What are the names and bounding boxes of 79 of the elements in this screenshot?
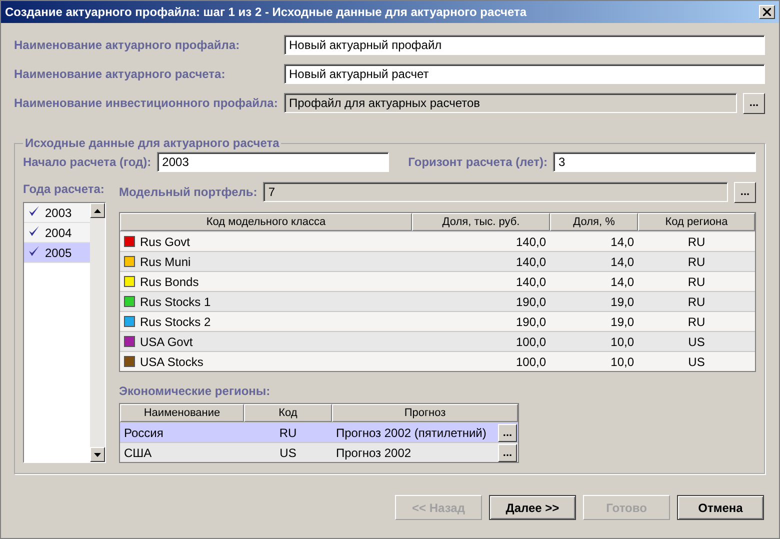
scroll-down-button[interactable]: [90, 447, 105, 462]
up-arrow-icon: [94, 208, 101, 212]
year-item[interactable]: 2004: [24, 223, 90, 243]
column-header[interactable]: Код: [244, 404, 332, 422]
close-button[interactable]: [759, 5, 775, 19]
text-field[interactable]: 3: [553, 152, 756, 172]
class-name: USA Stocks: [140, 354, 204, 368]
field-label: Начало расчета (год):: [23, 155, 152, 169]
column-header[interactable]: Код региона: [638, 213, 755, 231]
table-cell-text: 19,0: [610, 314, 635, 330]
wizard-button[interactable]: Отмена: [677, 495, 764, 520]
year-text: 2003: [45, 206, 72, 220]
table-cell-text: 14,0: [610, 274, 635, 290]
table-cell-text: 10,0: [610, 354, 635, 370]
class-name: USA Govt: [140, 334, 193, 348]
table-cell-text: 100,0: [514, 334, 547, 350]
text-field[interactable]: 2003: [157, 152, 390, 172]
browse-button[interactable]: ...: [498, 444, 517, 462]
down-arrow-icon: [94, 452, 101, 456]
class-name: Rus Muni: [140, 254, 191, 268]
table-cell-text: Россия: [123, 424, 164, 442]
text-field[interactable]: Новый актуарный профайл: [284, 35, 765, 55]
table-cell-text: 140,0: [514, 234, 547, 250]
browse-button[interactable]: ...: [734, 182, 756, 202]
table-cell-text: RU: [278, 424, 298, 442]
table-cell-text: 19,0: [610, 294, 635, 310]
column-header[interactable]: Наименование: [120, 404, 244, 422]
table-cell-text: RU: [686, 254, 706, 270]
table-cell-text: 140,0: [514, 254, 547, 270]
table-cell-text: США: [123, 444, 153, 462]
field-label: Наименование актуарного профайла:: [14, 38, 241, 52]
year-item[interactable]: 2003: [24, 203, 90, 223]
table-cell-text: 14,0: [610, 254, 635, 270]
forecast-text: Прогноз 2002: [336, 446, 412, 460]
table-row[interactable]: США US Прогноз 2002 ...: [120, 442, 518, 462]
check-icon: [28, 205, 40, 217]
browse-button[interactable]: ...: [498, 424, 517, 442]
scrollbar[interactable]: [90, 203, 105, 462]
table-cell-text: RU: [686, 234, 706, 250]
column-header[interactable]: Доля, тыс. руб.: [412, 213, 550, 231]
text-field[interactable]: 7: [263, 182, 728, 202]
class-name: Rus Stocks 1: [140, 294, 211, 308]
check-icon: [28, 245, 40, 257]
table-cell-text: 100,0: [514, 354, 547, 370]
table-cell-text: 190,0: [514, 294, 547, 310]
table-cell-text: RU: [686, 294, 706, 310]
field-label: Горизонт расчета (лет):: [408, 155, 548, 169]
close-icon: [763, 8, 771, 16]
table-cell-text: US: [278, 444, 298, 462]
scroll-up-button[interactable]: [90, 203, 105, 218]
table-cell-text: US: [687, 334, 706, 350]
column-header[interactable]: Прогноз: [332, 404, 518, 422]
forecast-text: Прогноз 2002 (пятилетний): [336, 426, 486, 440]
field-label: Модельный портфель:: [119, 185, 258, 199]
class-name: Rus Govt: [140, 234, 190, 248]
table-cell-text: US: [687, 354, 706, 370]
class-name: Rus Bonds: [140, 274, 199, 288]
table-cell-text: 14,0: [610, 234, 635, 250]
window-title: Создание актуарного профайла: шаг 1 из 2 - Исходные данные для актуарного расчета: [5, 5, 527, 19]
table-row[interactable]: Россия RU Прогноз 2002 (пятилетний) ...: [120, 422, 518, 442]
year-item[interactable]: 2005: [24, 243, 90, 263]
wizard-button[interactable]: Далее >>: [489, 495, 576, 520]
group-title: Исходные данные для актуарного расчета: [24, 136, 280, 150]
field-label: Наименование инвестиционного профайла:: [14, 96, 278, 110]
table-cell-text: 190,0: [514, 314, 547, 330]
check-icon: [28, 225, 40, 237]
table-cell-text: RU: [686, 314, 706, 330]
table-cell-text: 10,0: [610, 334, 635, 350]
year-text: 2005: [45, 246, 72, 260]
section-label: Экономические регионы:: [119, 384, 272, 398]
table-cell-text: RU: [686, 274, 706, 290]
field-label: Наименование актуарного расчета:: [14, 67, 226, 81]
column-header[interactable]: Код модельного класса: [120, 213, 412, 231]
table-cell-text: 140,0: [514, 274, 547, 290]
text-field[interactable]: Новый актуарный расчет: [284, 64, 765, 84]
year-text: 2004: [45, 226, 72, 240]
column-header[interactable]: Доля, %: [550, 213, 638, 231]
class-name: Rus Stocks 2: [140, 314, 211, 328]
years-label: Года расчета:: [23, 182, 106, 196]
